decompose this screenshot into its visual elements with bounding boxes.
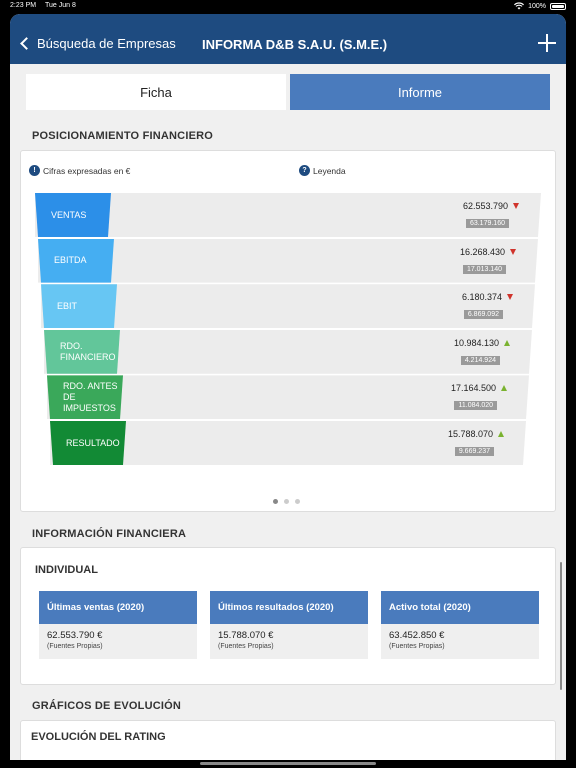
status-bar: 2:23 PM Tue Jun 8 100% bbox=[0, 0, 576, 14]
fin-box-head: Últimas ventas (2020) bbox=[39, 591, 197, 624]
battery-percent: 100% bbox=[528, 2, 546, 10]
fin-box-value: 63.452.850 € bbox=[389, 630, 445, 641]
tab-informe[interactable]: Informe bbox=[290, 74, 550, 110]
tab-ficha[interactable]: Ficha bbox=[26, 74, 286, 110]
page-indicator[interactable] bbox=[273, 499, 300, 504]
page-dot-3 bbox=[295, 499, 300, 504]
trend-up-icon bbox=[501, 385, 507, 392]
fin-box-ventas: Últimas ventas (2020) 62.553.790 € (Fuen… bbox=[39, 591, 197, 659]
legend-link[interactable]: ? Leyenda bbox=[299, 165, 346, 176]
informacion-card: INDIVIDUAL Últimas ventas (2020) 62.553.… bbox=[20, 547, 556, 685]
status-right: 100% bbox=[514, 2, 566, 10]
funnel-band bbox=[35, 193, 541, 237]
funnel-value-text: 16.268.430 bbox=[459, 246, 505, 257]
chevron-left-icon bbox=[20, 37, 33, 50]
section-title-posicionamiento: POSICIONAMIENTO FINANCIERO bbox=[32, 130, 214, 142]
plus-icon[interactable] bbox=[538, 34, 556, 52]
funnel-value: 6.180.374 bbox=[462, 292, 513, 302]
wifi-icon bbox=[514, 2, 525, 10]
currency-note[interactable]: ! Cifras expresadas en € bbox=[29, 165, 130, 176]
scrollbar[interactable] bbox=[560, 562, 562, 690]
back-button[interactable]: Búsqueda de Empresas bbox=[20, 36, 176, 51]
app-screen: Búsqueda de Empresas INFORMA D&B S.A.U. … bbox=[10, 14, 566, 760]
funnel-previous-value: 9.669.237 bbox=[454, 447, 494, 456]
funnel-row[interactable]: VENTAS 62.553.790 63.179.160 bbox=[35, 193, 541, 237]
funnel-value-text: 6.180.374 bbox=[461, 292, 502, 303]
funnel-value: 17.164.500 bbox=[451, 383, 507, 393]
trend-down-icon bbox=[513, 203, 519, 209]
funnel-previous-value: 17.013.140 bbox=[462, 264, 506, 274]
legend-text: Leyenda bbox=[313, 165, 346, 176]
funnel-value-text: 10.984.130 bbox=[453, 337, 499, 348]
fin-box-source: (Fuentes Propias) bbox=[389, 643, 445, 650]
section-title-graficos: GRÁFICOS DE EVOLUCIÓN bbox=[32, 700, 182, 712]
funnel-label: RDO. ANTES DE IMPUESTOS bbox=[47, 375, 123, 419]
trend-down-icon bbox=[507, 294, 513, 301]
status-date: Tue Jun 8 bbox=[45, 2, 76, 9]
currency-note-text: Cifras expresadas en € bbox=[43, 165, 131, 176]
fin-box-value: 15.788.070 € bbox=[218, 630, 274, 641]
tab-bar: Ficha Informe bbox=[26, 74, 550, 110]
funnel-previous-value: 11.084.020 bbox=[454, 401, 497, 411]
rating-card: EVOLUCIÓN DEL RATING bbox=[20, 720, 556, 760]
section-title-informacion: INFORMACIÓN FINANCIERA bbox=[32, 528, 187, 540]
page-dot-1 bbox=[273, 499, 278, 504]
trend-up-icon bbox=[498, 431, 504, 437]
battery-icon bbox=[550, 2, 566, 10]
funnel-value-text: 62.553.790 bbox=[462, 201, 508, 211]
fin-box-source: (Fuentes Propias) bbox=[218, 643, 274, 650]
funnel-row[interactable]: EBIT 6.180.374 6.869.092 bbox=[41, 284, 535, 328]
funnel-previous-value: 6.869.092 bbox=[463, 310, 503, 320]
fin-box-head: Activo total (2020) bbox=[381, 591, 539, 624]
funnel-value: 62.553.790 bbox=[463, 201, 519, 211]
funnel-previous-value: 63.179.160 bbox=[465, 219, 509, 228]
posicionamiento-card: ! Cifras expresadas en € ? Leyenda VENTA… bbox=[20, 150, 556, 512]
funnel-value-text: 17.164.500 bbox=[450, 383, 496, 394]
funnel-label: EBIT bbox=[41, 284, 117, 328]
individual-label: INDIVIDUAL bbox=[35, 564, 98, 576]
fin-box-resultados: Últimos resultados (2020) 15.788.070 € (… bbox=[210, 591, 368, 659]
funnel-value: 16.268.430 bbox=[460, 247, 516, 257]
funnel-previous-value: 4.214.924 bbox=[460, 355, 500, 365]
status-time: 2:23 PM bbox=[10, 2, 37, 9]
fin-box-value: 62.553.790 € bbox=[47, 630, 103, 641]
funnel-row[interactable]: EBITDA 16.268.430 17.013.140 bbox=[38, 239, 538, 283]
funnel-row[interactable]: RDO. FINANCIERO 10.984.130 4.214.924 bbox=[44, 330, 532, 374]
funnel-value: 15.788.070 bbox=[448, 429, 504, 439]
back-label: Búsqueda de Empresas bbox=[37, 36, 176, 51]
device-frame: 2:23 PM Tue Jun 8 100% Búsqueda de Empre… bbox=[0, 0, 576, 768]
funnel-row[interactable]: RDO. ANTES DE IMPUESTOS 17.164.500 11.084.… bbox=[47, 375, 529, 419]
trend-up-icon bbox=[504, 339, 510, 346]
home-indicator bbox=[200, 762, 376, 765]
navigation-bar: Búsqueda de Empresas INFORMA D&B S.A.U. … bbox=[10, 14, 566, 64]
question-icon: ? bbox=[299, 165, 310, 176]
fin-box-source: (Fuentes Propias) bbox=[47, 643, 103, 650]
funnel-value-text: 15.788.070 bbox=[447, 429, 493, 439]
trend-down-icon bbox=[510, 248, 516, 255]
fin-box-activo: Activo total (2020) 63.452.850 € (Fuente… bbox=[381, 591, 539, 659]
rating-title: EVOLUCIÓN DEL RATING bbox=[31, 731, 166, 743]
exclamation-icon: ! bbox=[29, 165, 40, 176]
page-title: INFORMA D&B S.A.U. (S.M.E.) bbox=[202, 37, 388, 52]
funnel-label: VENTAS bbox=[35, 193, 111, 237]
funnel-value: 10.984.130 bbox=[454, 338, 510, 348]
page-dot-2 bbox=[284, 499, 289, 504]
funnel-label: RDO. FINANCIERO bbox=[44, 330, 120, 374]
funnel-label: EBITDA bbox=[38, 239, 114, 283]
fin-box-head: Últimos resultados (2020) bbox=[210, 591, 368, 624]
funnel-row[interactable]: RESULTADO 15.788.070 9.669.237 bbox=[50, 421, 526, 465]
funnel-label: RESULTADO bbox=[50, 421, 126, 465]
